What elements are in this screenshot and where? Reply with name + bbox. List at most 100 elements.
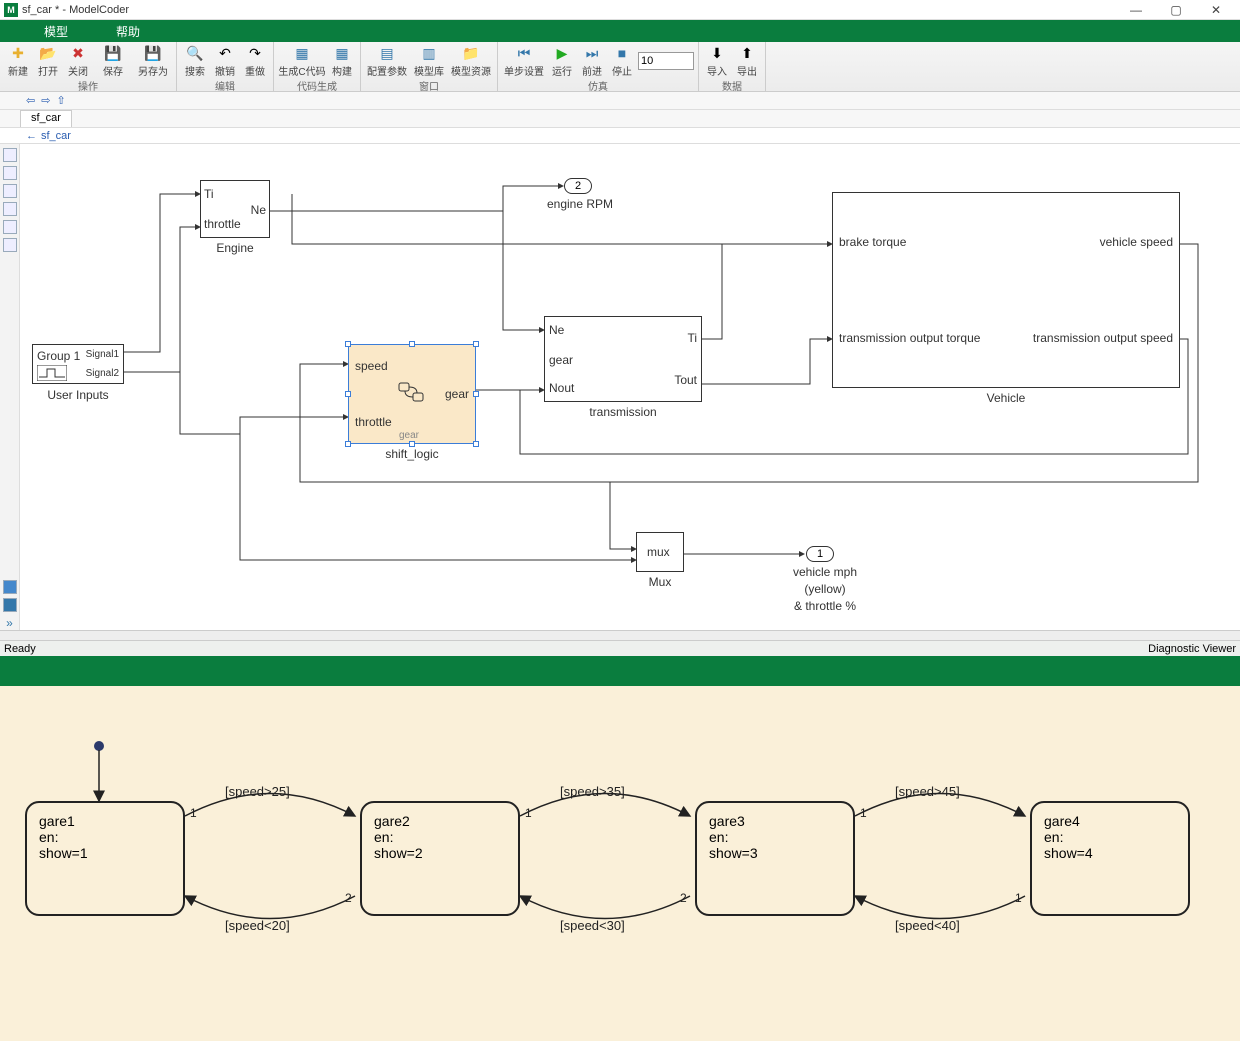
genc-icon: ▦ [293,44,311,62]
veh-out-speed: vehicle speed [1100,235,1173,249]
cfg-button[interactable]: ▤配置参数 [365,44,409,78]
undo-button[interactable]: ↶撤销 [211,44,239,78]
palette-icon-5[interactable] [3,220,17,234]
shift-label: shift_logic [348,447,476,461]
import-button[interactable]: ⬇导入 [703,44,731,78]
trans-12-label: [speed>25] [225,784,290,799]
state4-name: gare4 [1044,813,1176,829]
palette-icon-6[interactable] [3,238,17,252]
genc-button[interactable]: ▦生成C代码 [278,44,326,78]
status-diagnostic[interactable]: Diagnostic Viewer [1148,643,1236,655]
user-inputs-title: Group 1 [37,349,80,363]
outport-1-label1: vehicle mph [770,565,880,579]
step-button[interactable]: ⏮单步设置 [502,44,546,78]
titlebar: M sf_car * - ModelCoder — ▢ ✕ [0,0,1240,20]
tab-sfcar[interactable]: sf_car [20,110,72,127]
palette-icon-b2[interactable] [3,598,17,612]
group-data-label: 数据 [699,78,765,95]
palette-icon-2[interactable] [3,166,17,180]
saveas-button[interactable]: 💾另存为 [134,44,172,78]
state-gare2[interactable]: gare2 en: show=2 [360,801,520,916]
group-window-label: 窗口 [361,78,497,95]
open-icon: 📂 [39,44,57,62]
engine-in-ti: Ti [204,187,214,201]
state-gare3[interactable]: gare3 en: show=3 [695,801,855,916]
maximize-button[interactable]: ▢ [1156,0,1196,20]
palette-expand-icon[interactable]: » [6,616,13,630]
fwd-button[interactable]: ⏭前进 [578,44,606,78]
fwd-icon: ⏭ [583,44,601,62]
shift-sub: gear [399,430,419,441]
outport-2[interactable]: 2 [564,178,592,194]
state4-en: en: [1044,829,1176,845]
t12-order: 1 [190,806,197,820]
close-icon: ✖ [69,44,87,62]
model-canvas[interactable]: Group 1 Signal1 Signal2 User Inputs Ti t… [20,144,1240,630]
stateflow-icon [397,381,427,403]
group-sim-label: 仿真 [498,78,698,95]
mdllib-icon: ▥ [420,44,438,62]
trans-23-label: [speed>35] [560,784,625,799]
menu-help[interactable]: 帮助 [92,20,164,42]
nav-up-icon[interactable]: ⇧ [56,94,65,107]
simtime-input[interactable] [638,52,694,70]
new-button[interactable]: ✚新建 [4,44,32,78]
search-button[interactable]: 🔍搜索 [181,44,209,78]
close-window-button[interactable]: ✕ [1196,0,1236,20]
open-button[interactable]: 📂打开 [34,44,62,78]
palette-icon-b1[interactable] [3,580,17,594]
group-ops-label: 操作 [0,78,176,95]
trans-out-tout: Tout [674,373,697,387]
group-ops: ✚新建 📂打开 ✖关闭 💾保存 💾另存为 操作 [0,42,177,91]
import-icon: ⬇ [708,44,726,62]
close-button[interactable]: ✖关闭 [64,44,92,78]
export-button[interactable]: ⬆导出 [733,44,761,78]
stop-button[interactable]: ■停止 [608,44,636,78]
crumb-path[interactable]: sf_car [41,130,71,142]
horizontal-scrollbar[interactable] [0,630,1240,640]
run-button[interactable]: ▶运行 [548,44,576,78]
menu-model[interactable]: 模型 [20,20,92,42]
palette-icon-4[interactable] [3,202,17,216]
group-edit: 🔍搜索 ↶撤销 ↷重做 编辑 [177,42,274,91]
state2-en: en: [374,829,506,845]
group-sim: ⏮单步设置 ▶运行 ⏭前进 ■停止 仿真 [498,42,699,91]
user-inputs-sig1: Signal1 [86,349,119,360]
minimize-button[interactable]: — [1116,0,1156,20]
nav-fwd-icon[interactable]: ⇨ [41,94,50,107]
palette-icon-3[interactable] [3,184,17,198]
block-vehicle[interactable]: brake torque transmission output torque … [832,192,1180,388]
t21-order: 2 [345,891,352,905]
status-bar: Ready Diagnostic Viewer [0,640,1240,656]
state-gare4[interactable]: gare4 en: show=4 [1030,801,1190,916]
trans-in-ne: Ne [549,323,564,337]
save-icon: 💾 [104,44,122,62]
palette-icon-1[interactable] [3,148,17,162]
tab-strip: sf_car [0,110,1240,128]
state3-en: en: [709,829,841,845]
mux-label: Mux [636,575,684,589]
trans-out-ti: Ti [687,331,697,345]
block-shift-logic[interactable]: speed throttle gear gear [348,344,476,444]
block-user-inputs[interactable]: Group 1 Signal1 Signal2 [32,344,124,384]
state3-act: show=3 [709,845,841,861]
trans-in-nout: Nout [549,381,574,395]
status-ready: Ready [4,643,36,655]
group-codegen-label: 代码生成 [274,78,360,95]
mdllib-button[interactable]: ▥模型库 [411,44,447,78]
crumb-back-icon[interactable]: ← [26,130,37,142]
redo-button[interactable]: ↷重做 [241,44,269,78]
block-engine[interactable]: Ti throttle Ne [200,180,270,238]
state-gare1[interactable]: gare1 en: show=1 [25,801,185,916]
new-icon: ✚ [9,44,27,62]
block-transmission[interactable]: Ne gear Nout Ti Tout [544,316,702,402]
build-button[interactable]: ▦构建 [328,44,356,78]
block-mux[interactable]: mux [636,532,684,572]
save-button[interactable]: 💾保存 [94,44,132,78]
engine-label: Engine [200,241,270,255]
mdlres-button[interactable]: 📁模型资源 [449,44,493,78]
user-inputs-sig2: Signal2 [86,368,119,379]
outport-1[interactable]: 1 [806,546,834,562]
nav-back-icon[interactable]: ⇦ [26,94,35,107]
group-codegen: ▦生成C代码 ▦构建 代码生成 [274,42,361,91]
